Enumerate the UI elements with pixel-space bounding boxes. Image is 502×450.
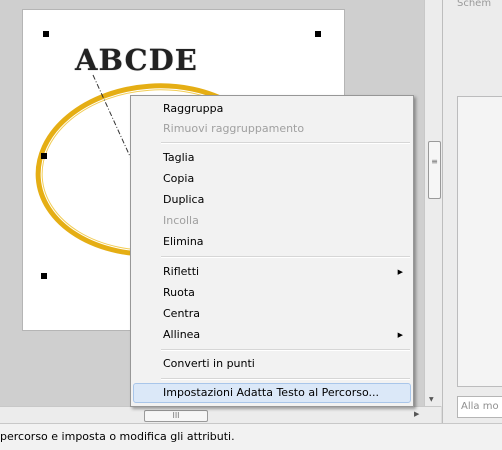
menu-separator <box>161 378 410 380</box>
panel-footer-input[interactable]: Alla mo <box>457 396 502 418</box>
selection-handle-bottom-left[interactable] <box>41 273 47 279</box>
menu-item-label: Allinea <box>163 328 201 341</box>
selection-handle-middle-left[interactable] <box>41 153 47 159</box>
menu-item-incolla[interactable]: Incolla <box>133 211 411 231</box>
menu-item-label: Rimuovi raggruppamento <box>163 122 305 135</box>
embroidery-text[interactable]: ABCDE <box>75 43 198 77</box>
menu-item-raggruppa[interactable]: Raggruppa <box>133 99 411 119</box>
scroll-down-arrow-icon[interactable]: ▼ <box>429 396 434 403</box>
status-bar: percorso e imposta o modifica gli attrib… <box>0 423 502 450</box>
menu-separator <box>161 142 410 144</box>
menu-item-label: Elimina <box>163 235 204 248</box>
scroll-grip-icon: ≡ <box>431 157 438 166</box>
submenu-arrow-icon: ▶ <box>397 331 403 339</box>
horizontal-scrollbar[interactable]: III ▶ <box>0 406 441 424</box>
vertical-scrollbar[interactable]: ≡ ▼ <box>424 0 442 406</box>
menu-item-converti-in-punti[interactable]: Converti in punti <box>133 354 411 374</box>
menu-item-impostazioni-adatta-testo[interactable]: Impostazioni Adatta Testo al Percorso... <box>133 383 411 403</box>
horizontal-scroll-thumb[interactable]: III <box>144 410 208 422</box>
scroll-grip-icon: III <box>172 411 180 420</box>
panel-content-box[interactable] <box>457 96 502 387</box>
menu-item-copia[interactable]: Copia <box>133 169 411 189</box>
menu-item-rimuovi-raggruppamento[interactable]: Rimuovi raggruppamento <box>133 119 411 139</box>
menu-item-allinea[interactable]: Allinea ▶ <box>133 325 411 345</box>
menu-separator <box>161 256 410 258</box>
submenu-arrow-icon: ▶ <box>397 268 403 276</box>
panel-header: Schem <box>457 0 492 9</box>
menu-item-ruota[interactable]: Ruota <box>133 283 411 303</box>
selection-handle-top-left[interactable] <box>43 31 49 37</box>
scroll-right-arrow-icon[interactable]: ▶ <box>414 410 419 418</box>
menu-item-label: Copia <box>163 172 195 185</box>
status-text: percorso e imposta o modifica gli attrib… <box>0 430 235 443</box>
menu-item-label: Converti in punti <box>163 357 255 370</box>
selection-handle-top-right[interactable] <box>315 31 321 37</box>
menu-item-label: Centra <box>163 307 200 320</box>
menu-item-label: Impostazioni Adatta Testo al Percorso... <box>163 386 379 399</box>
menu-item-taglia[interactable]: Taglia <box>133 148 411 168</box>
menu-item-label: Taglia <box>163 151 195 164</box>
menu-separator <box>161 349 410 351</box>
menu-item-label: Incolla <box>163 214 199 227</box>
menu-item-label: Duplica <box>163 193 205 206</box>
menu-item-duplica[interactable]: Duplica <box>133 190 411 210</box>
menu-item-rifletti[interactable]: Rifletti ▶ <box>133 262 411 282</box>
right-panel: Schem Alla mo <box>442 0 502 423</box>
vertical-scroll-thumb[interactable]: ≡ <box>428 141 441 199</box>
context-menu: Raggruppa Rimuovi raggruppamento Taglia … <box>130 95 414 407</box>
menu-item-elimina[interactable]: Elimina <box>133 232 411 252</box>
menu-item-centra[interactable]: Centra <box>133 304 411 324</box>
menu-item-label: Ruota <box>163 286 195 299</box>
menu-item-label: Raggruppa <box>163 102 224 115</box>
menu-item-label: Rifletti <box>163 265 200 278</box>
